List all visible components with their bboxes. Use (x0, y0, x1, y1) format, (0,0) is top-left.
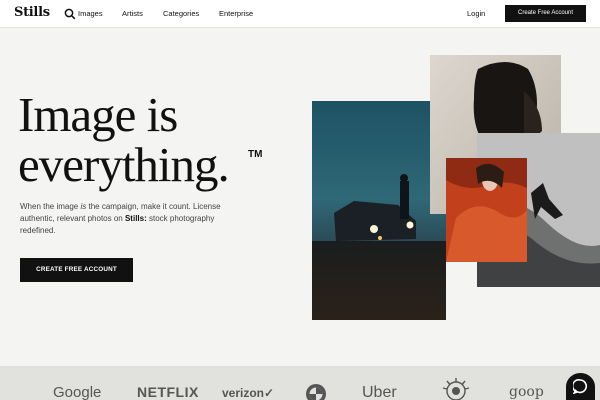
hero-title-line-2: everything. (18, 137, 230, 192)
chat-widget-button[interactable] (566, 373, 595, 400)
client-logo-band: Google NETFLIX verizon✓ Uber goop (0, 366, 600, 400)
logo-google: Google (53, 384, 102, 400)
nav-link-artists[interactable]: Artists (122, 9, 143, 18)
photo-car-night (312, 101, 446, 320)
top-navbar: Stills Images Artists Categories Enterpr… (0, 0, 600, 28)
hero-sub-part-1: When the image (20, 202, 81, 211)
nav-link-categories[interactable]: Categories (163, 9, 199, 18)
login-link[interactable]: Login (467, 9, 485, 18)
logo-verizon: verizon✓ (222, 386, 275, 400)
hero-title: Image is everything. (18, 87, 230, 192)
search-icon[interactable] (64, 8, 76, 20)
hero-create-account-button[interactable]: CREATE FREE ACCOUNT (20, 258, 133, 282)
hero-title-line-1: Image is (18, 87, 178, 142)
seal-logo (442, 378, 470, 400)
photo-red-fabric (446, 158, 527, 262)
brand-logo[interactable]: Stills (14, 5, 50, 20)
trademark-mark: TM (248, 149, 263, 160)
logo-goop: goop (509, 384, 544, 400)
bmw-logo (306, 384, 326, 400)
hero-sub-brand: Stills: (124, 214, 147, 223)
hero-description: When the image is the campaign, make it … (20, 201, 230, 237)
logo-uber: Uber (362, 384, 397, 400)
logo-netflix: NETFLIX (137, 384, 199, 400)
nav-link-images[interactable]: Images (78, 9, 103, 18)
create-account-button[interactable]: Create Free Account (505, 5, 586, 22)
nav-link-enterprise[interactable]: Enterprise (219, 9, 253, 18)
chat-icon (573, 379, 588, 394)
